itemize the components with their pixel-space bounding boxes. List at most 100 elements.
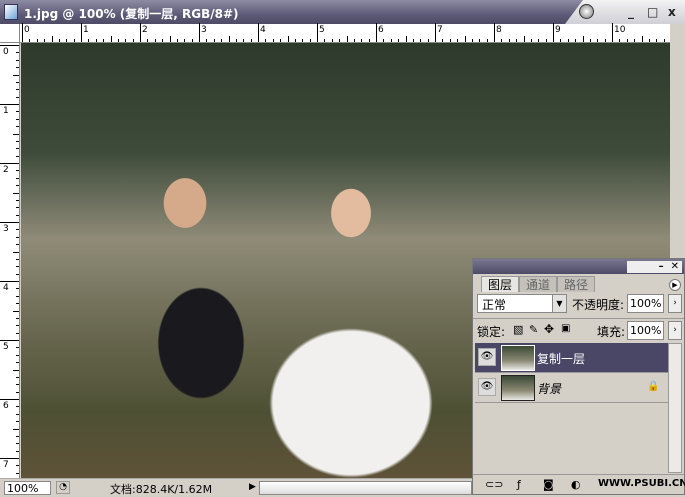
ruler-tick [16, 236, 19, 238]
ruler-tick [545, 39, 547, 42]
ruler-tick [0, 399, 19, 400]
ruler-tick [16, 332, 19, 334]
ruler-tick [589, 39, 591, 42]
ruler-tick [16, 52, 19, 54]
ruler-tick [383, 39, 385, 42]
blend-mode-select[interactable]: 正常 ▼ [477, 294, 567, 313]
ruler-tick [81, 23, 82, 42]
ruler-tick [16, 347, 19, 349]
ruler-label: 6 [378, 25, 384, 35]
panel-window-buttons[interactable]: – ✕ [627, 261, 682, 273]
ruler-tick [16, 376, 19, 378]
lock-paint-brush-icon[interactable]: ✎ [529, 323, 538, 336]
horizontal-scrollbar[interactable] [259, 481, 472, 495]
help-icon[interactable] [579, 4, 594, 19]
ruler-tick [16, 288, 19, 290]
ruler-tick [16, 229, 19, 231]
ruler-tick [16, 148, 19, 150]
ruler-tick [390, 39, 392, 42]
ruler-tick [235, 39, 237, 42]
ruler-tick [16, 89, 19, 91]
opacity-slider-button[interactable]: › [668, 294, 682, 313]
ruler-tick [16, 317, 19, 319]
ruler-tick [560, 39, 562, 42]
ruler-tick [16, 443, 19, 445]
ruler-tick [176, 39, 178, 42]
minimize-button[interactable]: _ [628, 5, 634, 19]
ruler-tick [494, 23, 495, 42]
ruler-tick [16, 59, 19, 61]
panel-title-bar[interactable]: – ✕ [473, 259, 684, 274]
ruler-tick [435, 23, 436, 42]
lock-all-icon[interactable]: ▣ [561, 323, 570, 334]
ruler-tick [147, 39, 149, 42]
zoom-field[interactable]: 100% [4, 481, 51, 495]
ruler-label: 3 [201, 25, 207, 35]
ruler-tick [13, 310, 19, 312]
status-preview-button[interactable]: ◔ [56, 481, 70, 494]
tab-layers[interactable]: 图层 [481, 276, 520, 292]
eye-icon[interactable]: 👁 [478, 378, 496, 396]
layers-scrollbar[interactable] [668, 343, 682, 473]
ruler-tick [16, 354, 19, 356]
ruler-tick [361, 39, 363, 42]
ruler-tick [162, 39, 164, 42]
ruler-tick [604, 39, 606, 42]
eye-icon[interactable]: 👁 [478, 348, 496, 366]
ruler-label: 7 [3, 460, 9, 470]
layer-row-copy[interactable]: 👁 复制一层 [475, 343, 671, 373]
ruler-tick [110, 36, 112, 42]
ruler-tick [16, 207, 19, 209]
ruler-tick [501, 39, 503, 42]
ruler-tick [221, 39, 223, 42]
ruler-tick [464, 36, 466, 42]
ruler-label: 8 [496, 25, 502, 35]
tab-channels[interactable]: 通道 [519, 276, 558, 292]
ruler-tick [368, 39, 370, 42]
fill-slider-button[interactable]: › [668, 321, 682, 340]
vertical-ruler[interactable]: 0 1 2 3 4 5 6 7 [0, 43, 20, 478]
panel-menu-button[interactable]: ▶ [669, 279, 681, 291]
lock-transparency-icon[interactable]: ▧ [513, 323, 523, 336]
horizontal-ruler[interactable]: 0 1 2 3 4 5 6 7 8 9 10 [20, 23, 670, 43]
add-mask-icon[interactable]: ◙ [543, 478, 554, 491]
lock-label: 锁定: [477, 325, 506, 339]
layer-row-background[interactable]: 👁 背景 🔒 [475, 373, 671, 403]
lock-move-icon[interactable]: ✥ [544, 322, 554, 336]
chevron-down-icon: ▼ [552, 295, 566, 312]
ruler-tick [16, 435, 19, 437]
tab-paths[interactable]: 路径 [557, 276, 596, 292]
ruler-tick [16, 325, 19, 327]
ruler-origin[interactable] [0, 24, 20, 43]
ruler-tick [16, 391, 19, 393]
status-bar: 100% ◔ 文档:828.4K/1.62M ▶ [0, 478, 472, 496]
ruler-tick [317, 23, 318, 42]
status-menu-arrow-icon[interactable]: ▶ [249, 482, 256, 492]
ruler-tick [16, 185, 19, 187]
ruler-tick [103, 39, 105, 42]
ruler-tick [442, 39, 444, 42]
opacity-input[interactable]: 100% [627, 294, 664, 313]
close-button[interactable]: x [668, 5, 676, 19]
ruler-tick [294, 39, 296, 42]
adjustment-layer-icon[interactable]: ◐ [571, 478, 581, 491]
ruler-tick [16, 273, 19, 275]
ruler-tick [0, 104, 19, 105]
ruler-tick [265, 39, 267, 42]
fill-input[interactable]: 100% [627, 321, 664, 340]
ruler-tick [523, 36, 525, 42]
ruler-tick [13, 251, 19, 253]
layer-style-icon[interactable]: ƒ [517, 478, 521, 491]
ruler-tick [169, 36, 171, 42]
window-edge [670, 24, 685, 258]
ruler-tick [22, 23, 23, 42]
ruler-tick [656, 39, 658, 42]
ruler-tick [36, 39, 38, 42]
maximize-button[interactable]: □ [647, 5, 658, 19]
ruler-tick [73, 39, 75, 42]
link-layers-icon[interactable]: ⊂⊃ [485, 478, 503, 491]
ruler-tick [339, 39, 341, 42]
ruler-tick [538, 39, 540, 42]
ruler-tick [16, 266, 19, 268]
ruler-tick [13, 133, 19, 135]
